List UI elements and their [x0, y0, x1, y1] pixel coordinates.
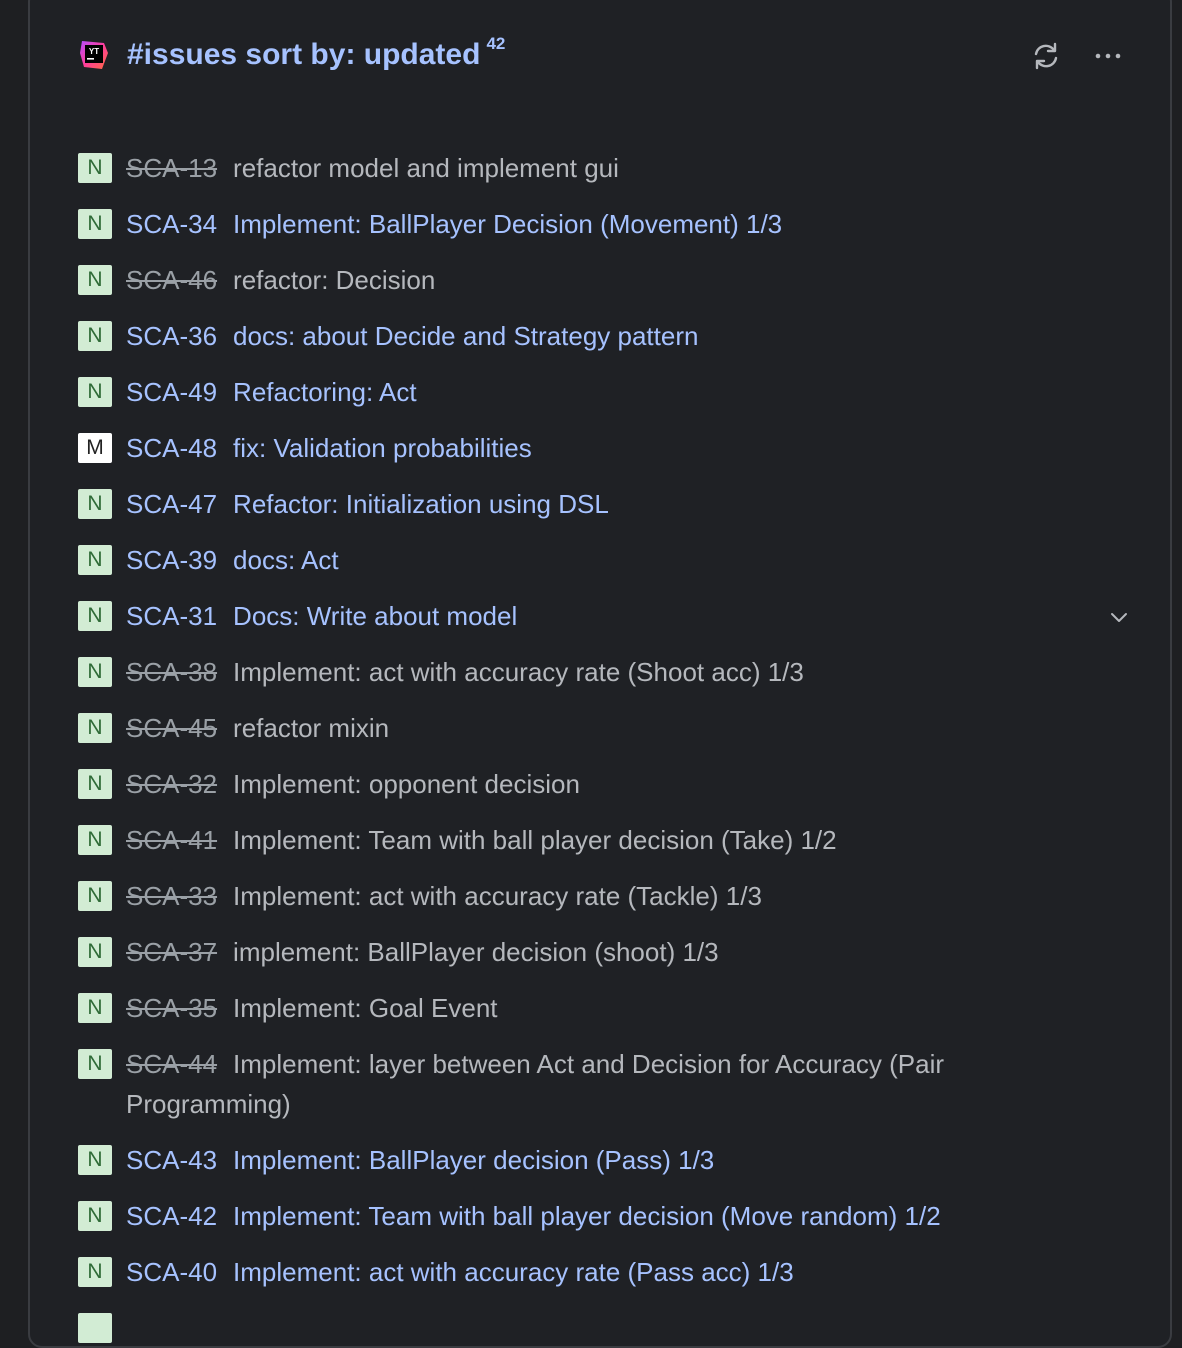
priority-badge: N — [78, 377, 112, 407]
issue-id[interactable]: SCA-13 — [126, 153, 217, 183]
issue-summary[interactable]: Implement: BallPlayer decision (Pass) 1/… — [233, 1145, 714, 1175]
issue-summary[interactable]: Implement: act with accuracy rate (Tackl… — [233, 881, 762, 911]
issue-row[interactable]: N SCA-35 Implement: Goal Event — [78, 988, 1130, 1044]
issue-row[interactable]: N SCA-38 Implement: act with accuracy rate… — [78, 652, 1130, 708]
widget-header: YT #issues sort by: updated 42 — [78, 34, 1130, 84]
issue-id[interactable]: SCA-45 — [126, 713, 217, 743]
issue-list: N SCA-13 refactor model and implement gui … — [78, 148, 1130, 1346]
issue-summary[interactable]: docs: about Decide and Strategy pattern — [233, 321, 698, 351]
issue-id[interactable]: SCA-44 — [126, 1049, 217, 1079]
issue-summary[interactable]: implement: BallPlayer decision (shoot) 1… — [233, 937, 719, 967]
issue-id[interactable]: SCA-32 — [126, 769, 217, 799]
issue-summary[interactable]: Implement: opponent decision — [233, 769, 580, 799]
priority-badge: N — [78, 825, 112, 855]
issue-id[interactable]: SCA-37 — [126, 937, 217, 967]
issue-row[interactable]: N SCA-36 docs: about Decide and Strategy p… — [78, 316, 1130, 372]
issue-id[interactable]: SCA-47 — [126, 489, 217, 519]
issue-summary[interactable]: Implement: act with accuracy rate (Shoot… — [233, 657, 804, 687]
issue-row[interactable]: N SCA-39 docs: Act — [78, 540, 1130, 596]
issue-id[interactable]: SCA-42 — [126, 1201, 217, 1231]
priority-badge: N — [78, 321, 112, 351]
issue-id[interactable]: SCA-35 — [126, 993, 217, 1023]
issue-summary[interactable]: refactor mixin — [233, 713, 389, 743]
priority-badge: N — [78, 993, 112, 1023]
svg-text:YT: YT — [89, 47, 99, 56]
priority-badge: N — [78, 769, 112, 799]
issue-row[interactable]: N SCA-45 refactor mixin — [78, 708, 1130, 764]
issue-id[interactable]: SCA-48 — [126, 433, 217, 463]
priority-badge: N — [78, 1201, 112, 1231]
issue-id[interactable]: SCA-43 — [126, 1145, 217, 1175]
issue-id[interactable]: SCA-34 — [126, 209, 217, 239]
issue-summary[interactable]: Implement: Team with ball player decisio… — [233, 1201, 941, 1231]
issue-count: 42 — [486, 34, 506, 53]
issue-id[interactable]: SCA-38 — [126, 657, 217, 687]
issue-id[interactable]: SCA-36 — [126, 321, 217, 351]
issue-summary[interactable]: Implement: act with accuracy rate (Pass … — [233, 1257, 794, 1287]
issue-summary[interactable]: refactor: Decision — [233, 265, 435, 295]
issue-id[interactable]: SCA-33 — [126, 881, 217, 911]
chevron-down-icon[interactable] — [1108, 606, 1130, 628]
issue-row[interactable]: N SCA-33 Implement: act with accuracy rate… — [78, 876, 1130, 932]
issue-summary[interactable]: Implement: BallPlayer Decision (Movement… — [233, 209, 782, 239]
issue-row[interactable]: N SCA-37 implement: BallPlayer decision (s… — [78, 932, 1130, 988]
issue-summary[interactable]: Refactoring: Act — [233, 377, 417, 407]
issue-id[interactable]: SCA-39 — [126, 545, 217, 575]
issue-summary[interactable]: Refactor: Initialization using DSL — [233, 489, 609, 519]
issue-summary[interactable]: Implement: Goal Event — [233, 993, 497, 1023]
issue-row[interactable]: N SCA-41 Implement: Team with ball player … — [78, 820, 1130, 876]
issue-row[interactable]: N SCA-49 Refactoring: Act — [78, 372, 1130, 428]
priority-badge: N — [78, 489, 112, 519]
issue-row[interactable]: N SCA-32 Implement: opponent decision — [78, 764, 1130, 820]
issue-row[interactable]: N SCA-13 refactor model and implement gui — [78, 148, 1130, 204]
issue-row[interactable]: N SCA-34 Implement: BallPlayer Decision (M… — [78, 204, 1130, 260]
priority-badge: N — [78, 937, 112, 967]
issue-row[interactable]: N SCA-42 Implement: Team with ball player … — [78, 1196, 1130, 1252]
refresh-icon[interactable] — [1028, 38, 1064, 74]
widget-title[interactable]: #issues sort by: updated 42 — [127, 34, 505, 72]
issue-id[interactable]: SCA-49 — [126, 377, 217, 407]
priority-badge: N — [78, 153, 112, 183]
priority-badge: N — [78, 265, 112, 295]
priority-badge — [78, 1313, 112, 1343]
priority-badge: N — [78, 881, 112, 911]
priority-badge: N — [78, 1049, 112, 1079]
issue-row[interactable]: N SCA-43 Implement: BallPlayer decision (P… — [78, 1140, 1130, 1196]
priority-badge: N — [78, 657, 112, 687]
priority-badge: N — [78, 713, 112, 743]
issue-id[interactable]: SCA-31 — [126, 601, 217, 631]
issue-row[interactable]: M SCA-48 fix: Validation probabilities — [78, 428, 1130, 484]
issue-id[interactable]: SCA-46 — [126, 265, 217, 295]
priority-badge: N — [78, 1145, 112, 1175]
priority-badge: N — [78, 545, 112, 575]
priority-badge: N — [78, 1257, 112, 1287]
issue-id[interactable]: SCA-41 — [126, 825, 217, 855]
issue-row[interactable]: N SCA-31 Docs: Write about model — [78, 596, 1130, 652]
issue-summary[interactable]: Implement: layer between Act and Decisio… — [126, 1049, 944, 1119]
issue-row[interactable] — [78, 1308, 1130, 1346]
priority-badge: N — [78, 209, 112, 239]
issue-summary[interactable]: Implement: Team with ball player decisio… — [233, 825, 837, 855]
issue-id[interactable]: SCA-40 — [126, 1257, 217, 1287]
issue-summary[interactable]: refactor model and implement gui — [233, 153, 619, 183]
widget-title-text: #issues sort by: updated — [127, 38, 481, 71]
issue-summary[interactable]: docs: Act — [233, 545, 339, 575]
youtrack-logo-icon: YT — [80, 41, 108, 69]
issue-row[interactable]: N SCA-47 Refactor: Initialization using DS… — [78, 484, 1130, 540]
priority-badge: M — [78, 433, 112, 463]
issue-summary[interactable]: fix: Validation probabilities — [233, 433, 532, 463]
issue-summary[interactable]: Docs: Write about model — [233, 601, 517, 631]
issues-widget: YT #issues sort by: updated 42 N SCA-13 ref… — [28, 0, 1172, 1348]
priority-badge: N — [78, 601, 112, 631]
issue-row[interactable]: N SCA-44 Implement: layer between Act and … — [78, 1044, 1130, 1140]
issue-row[interactable]: N SCA-46 refactor: Decision — [78, 260, 1130, 316]
issue-row[interactable]: N SCA-40 Implement: act with accuracy rate… — [78, 1252, 1130, 1308]
more-icon[interactable] — [1090, 38, 1126, 74]
